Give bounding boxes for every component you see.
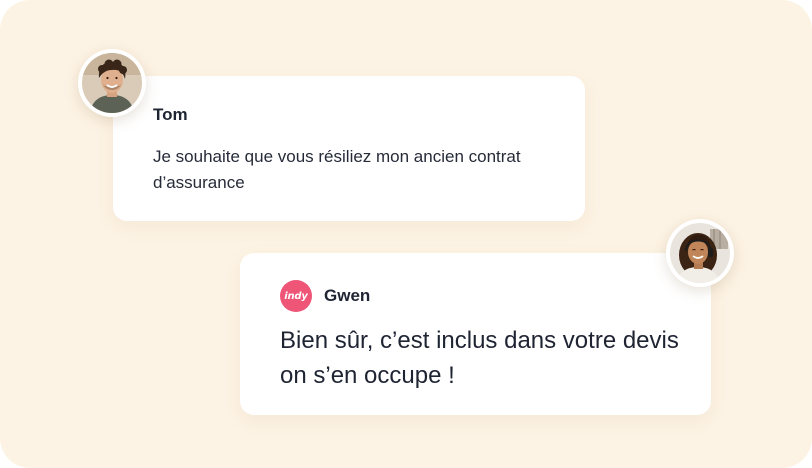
indy-logo-icon: indy — [280, 280, 312, 312]
message-header: indy Gwen — [280, 280, 370, 312]
message-card-tom: Tom Je souhaite que vous résiliez mon an… — [113, 76, 585, 221]
sender-name: Tom — [153, 105, 188, 124]
message-text: Bien sûr, c’est inclus dans votre devis … — [280, 327, 679, 389]
avatar-tom — [78, 49, 146, 117]
sender-name: Gwen — [324, 286, 371, 305]
avatar-photo-icon — [82, 53, 142, 113]
avatar-gwen — [666, 219, 734, 287]
message-card-gwen: indy Gwen Bien sûr, c’est inclus dans vo… — [240, 253, 711, 415]
chat-illustration: Tom Je souhaite que vous résiliez mon an… — [0, 0, 812, 468]
message-text: Je souhaite que vous résiliez mon ancien… — [153, 147, 521, 192]
avatar-photo-icon — [670, 223, 730, 283]
